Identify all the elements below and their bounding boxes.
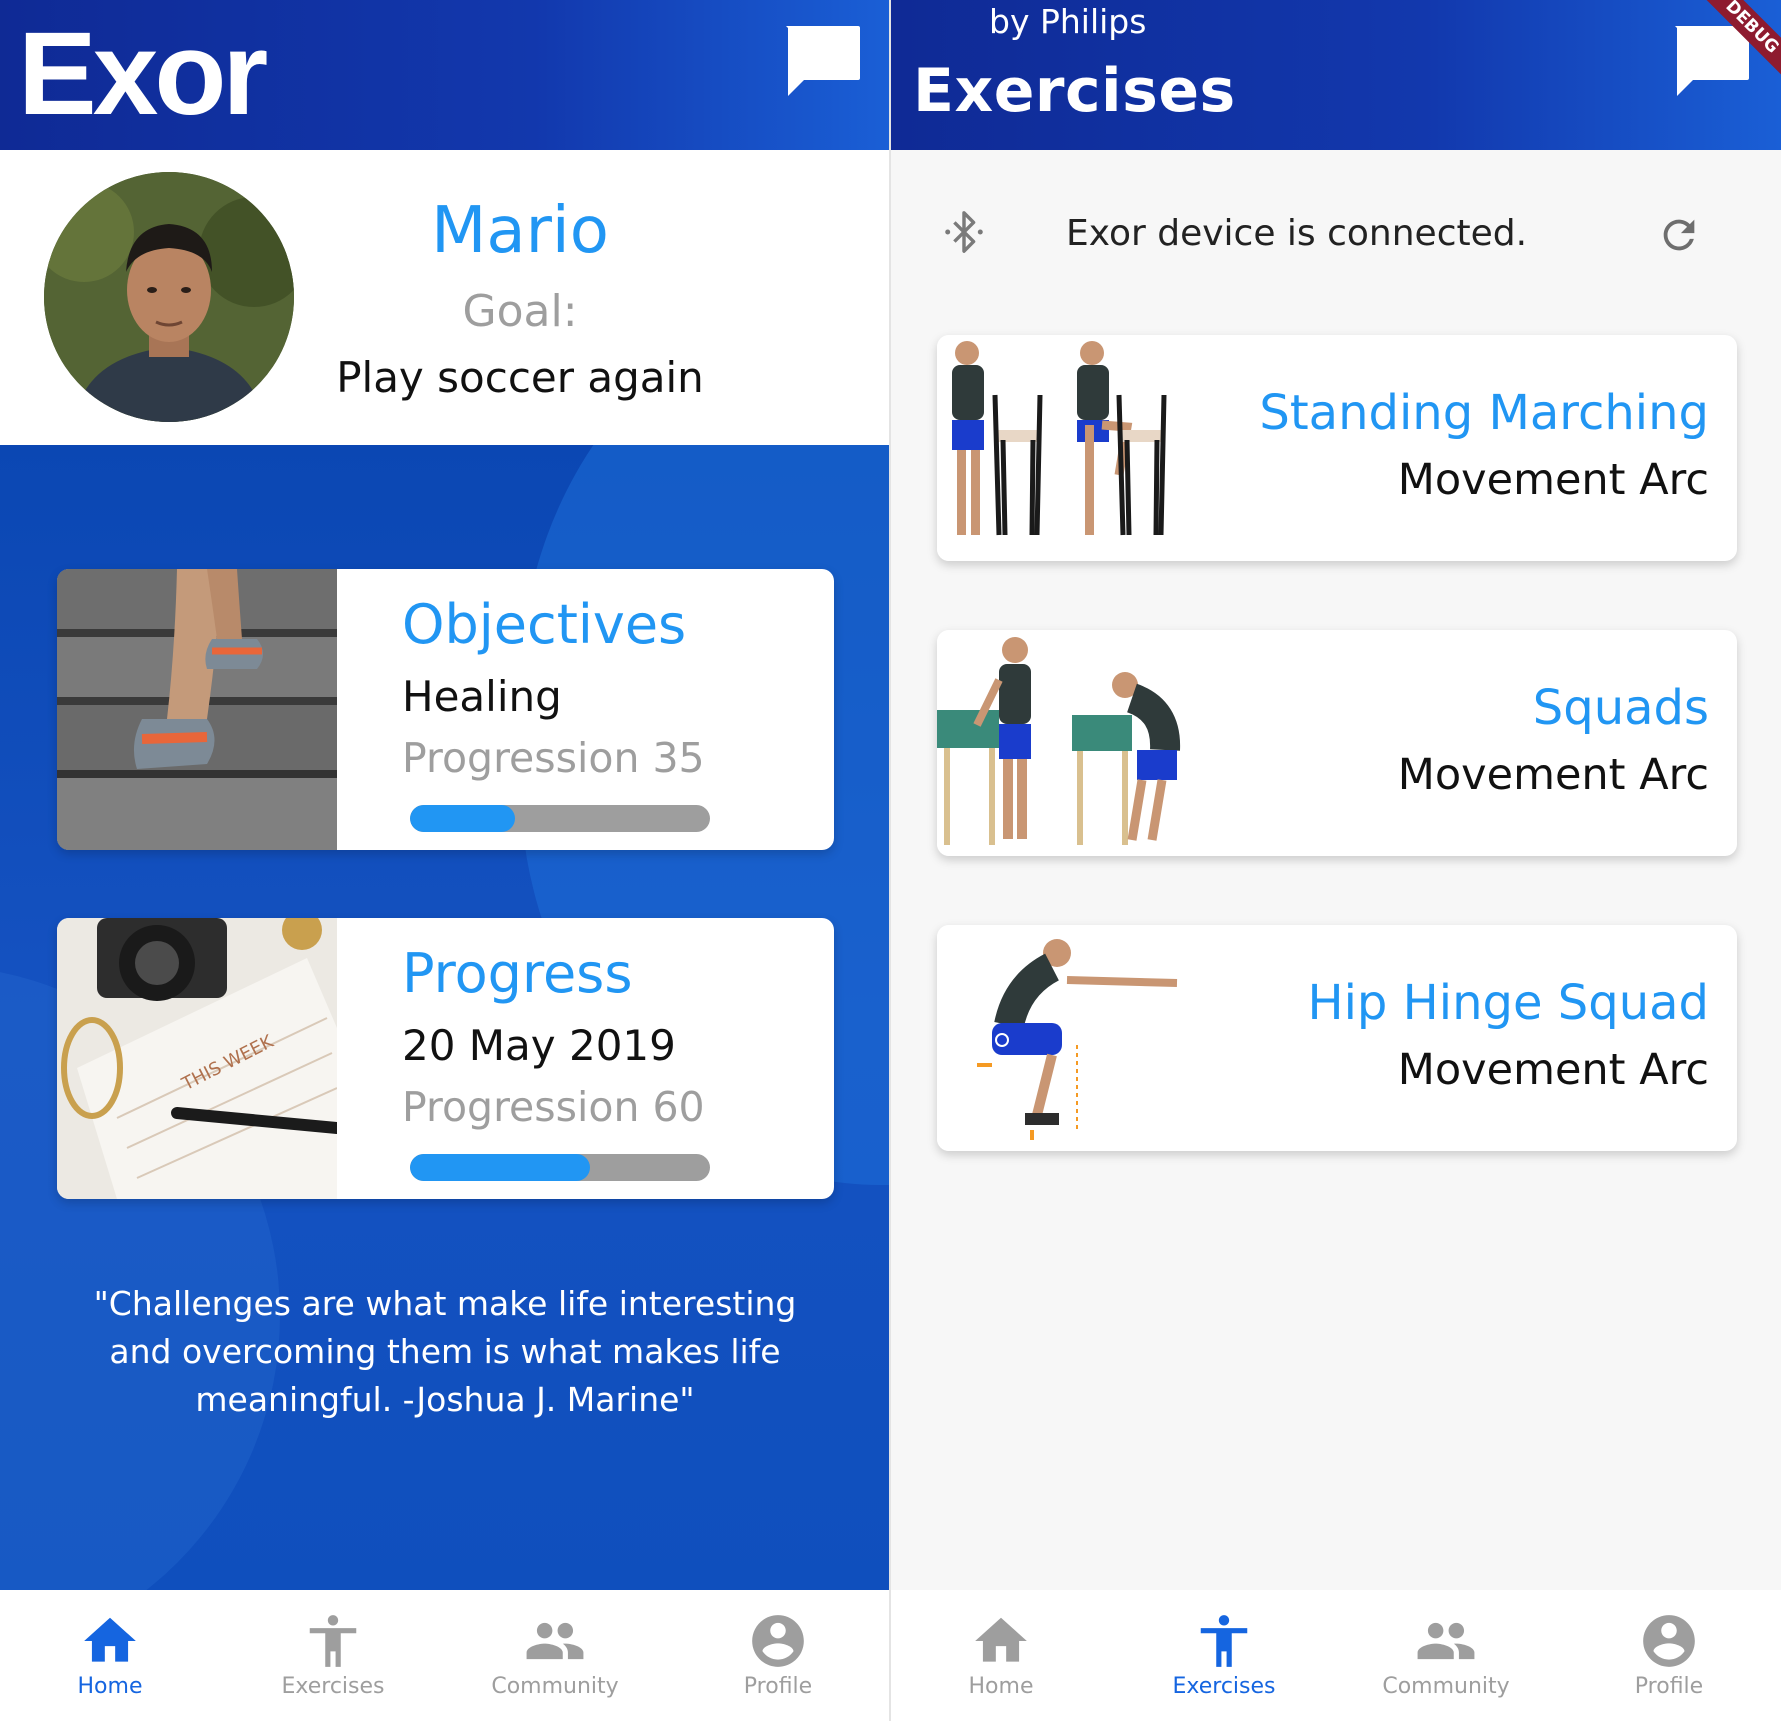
- nav-profile[interactable]: Profile: [1589, 1610, 1749, 1710]
- bottom-navigation: Home Exercises Community Profile: [891, 1590, 1781, 1721]
- exercise-illustration: [937, 925, 1227, 1151]
- nav-home[interactable]: Home: [30, 1610, 190, 1710]
- exercise-title: Hip Hinge Squad: [1307, 975, 1709, 1031]
- home-app-bar: Exor: [0, 0, 890, 150]
- card-main-text: 20 May 2019: [402, 1021, 676, 1070]
- planner-photo: THIS WEEK: [57, 918, 337, 1199]
- screen-title: Exercises: [913, 56, 1236, 126]
- progress-bar: [410, 805, 710, 832]
- card-title: Progress: [402, 942, 633, 1005]
- nav-label: Exercises: [1172, 1674, 1276, 1699]
- nav-label: Home: [77, 1674, 143, 1699]
- avatar-photo: [44, 172, 294, 422]
- progression-label: Progression 60: [402, 1083, 705, 1131]
- accessibility-icon: [1200, 1615, 1248, 1667]
- accessibility-icon: [309, 1615, 357, 1667]
- app-bar-subtitle: by Philips: [989, 2, 1147, 41]
- bottom-navigation: Home Exercises Community Profile: [0, 1590, 890, 1721]
- card-title: Objectives: [402, 593, 687, 656]
- exercise-title: Standing Marching: [1259, 385, 1709, 441]
- exercise-card[interactable]: Squads Movement Arc: [937, 630, 1737, 856]
- goal-text: Play soccer again: [336, 353, 704, 402]
- exor-logo: Exor: [18, 14, 271, 134]
- nav-label: Community: [1382, 1674, 1510, 1699]
- nav-profile[interactable]: Profile: [698, 1610, 858, 1710]
- nav-community[interactable]: Community: [475, 1610, 635, 1710]
- exercises-app-bar: by Philips Exercises DEBUG: [891, 0, 1781, 150]
- account-circle-icon: [752, 1615, 804, 1667]
- nav-exercises[interactable]: Exercises: [1144, 1610, 1304, 1710]
- chat-bubble-icon[interactable]: [1671, 24, 1751, 104]
- stairs-photo: [57, 569, 337, 850]
- profile-header: Mario Goal: Play soccer again: [0, 150, 890, 445]
- progression-label: Progression 35: [402, 734, 705, 782]
- exercise-subtitle: Movement Arc: [1397, 1045, 1709, 1095]
- exercise-card[interactable]: Standing Marching Movement Arc: [937, 335, 1737, 561]
- home-content: Objectives Healing Progression 35 THIS W…: [0, 445, 890, 1590]
- device-status: Exor device is connected.: [891, 195, 1781, 275]
- nav-home[interactable]: Home: [921, 1610, 1081, 1710]
- home-icon: [975, 1617, 1027, 1662]
- nav-label: Home: [968, 1674, 1034, 1699]
- exercise-illustration: [937, 335, 1227, 561]
- nav-label: Community: [491, 1674, 619, 1699]
- nav-label: Exercises: [281, 1674, 385, 1699]
- progress-bar-fill: [410, 805, 515, 832]
- nav-label: Profile: [1634, 1674, 1704, 1699]
- bluetooth-icon: [945, 211, 983, 253]
- refresh-icon[interactable]: [1656, 212, 1702, 258]
- nav-exercises[interactable]: Exercises: [253, 1610, 413, 1710]
- progress-card[interactable]: THIS WEEK Progress 20 May 2019 Progressi…: [57, 918, 834, 1199]
- exercise-subtitle: Movement Arc: [1397, 455, 1709, 505]
- card-main-text: Healing: [402, 672, 562, 721]
- exercise-title: Squads: [1532, 680, 1709, 736]
- exercises-screen: by Philips Exercises DEBUG Exor device i…: [891, 0, 1781, 1721]
- home-icon: [84, 1617, 136, 1662]
- chat-bubble-icon[interactable]: [782, 24, 862, 104]
- user-name: Mario: [431, 194, 609, 268]
- avatar[interactable]: [44, 172, 294, 422]
- nav-label: Profile: [743, 1674, 813, 1699]
- account-circle-icon: [1643, 1615, 1695, 1667]
- motivational-quote: "Challenges are what make life interesti…: [93, 1284, 797, 1419]
- people-icon: [526, 1622, 584, 1660]
- goal-label: Goal:: [462, 286, 578, 337]
- exercise-illustration: [937, 630, 1227, 856]
- exercise-subtitle: Movement Arc: [1397, 750, 1709, 800]
- exercise-card[interactable]: Hip Hinge Squad Movement Arc: [937, 925, 1737, 1151]
- progress-bar: [410, 1154, 710, 1181]
- logo-text: Exor: [18, 14, 267, 134]
- objectives-card[interactable]: Objectives Healing Progression 35: [57, 569, 834, 850]
- connection-status-text: Exor device is connected.: [1066, 213, 1528, 254]
- people-icon: [1417, 1622, 1475, 1660]
- progress-bar-fill: [410, 1154, 590, 1181]
- nav-community[interactable]: Community: [1366, 1610, 1526, 1710]
- home-screen: Exor Mario Goal: Play soccer again Objec…: [0, 0, 890, 1721]
